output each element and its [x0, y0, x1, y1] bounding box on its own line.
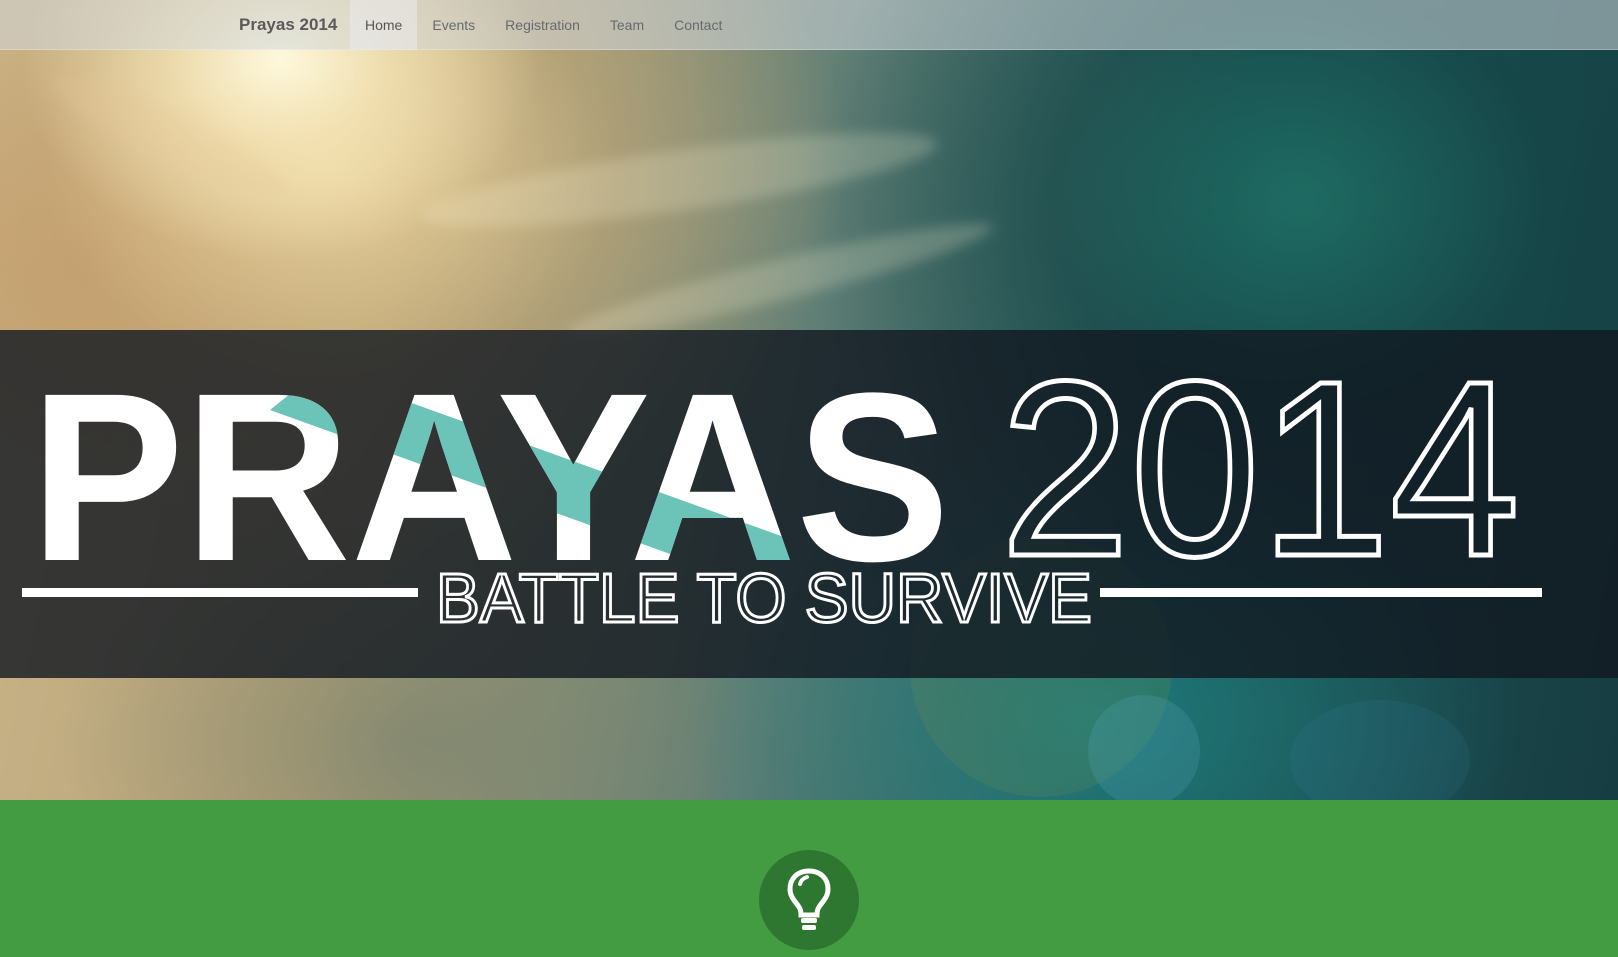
- event-logo: PRAYAS PRAYAS 2014 BATTLE TO SURVIVE: [22, 330, 1542, 639]
- nav-item-events[interactable]: Events: [417, 0, 490, 50]
- nav-item-team[interactable]: Team: [595, 0, 659, 50]
- navbar-brand[interactable]: Prayas 2014: [239, 15, 337, 35]
- lightbulb-icon-circle: [759, 850, 859, 950]
- tagline: BATTLE TO SURVIVE: [436, 559, 1092, 637]
- tagline-rule-right: [1100, 588, 1542, 597]
- top-navbar: Prayas 2014 Home Events Registration Tea…: [0, 0, 1618, 50]
- nav-menu: Home Events Registration Team Contact: [350, 0, 737, 50]
- nav-item-contact[interactable]: Contact: [659, 0, 737, 50]
- nav-item-home[interactable]: Home: [350, 0, 418, 50]
- tagline-rule-left: [22, 588, 418, 597]
- lightbulb-icon: [787, 868, 831, 930]
- nav-item-registration[interactable]: Registration: [490, 0, 595, 50]
